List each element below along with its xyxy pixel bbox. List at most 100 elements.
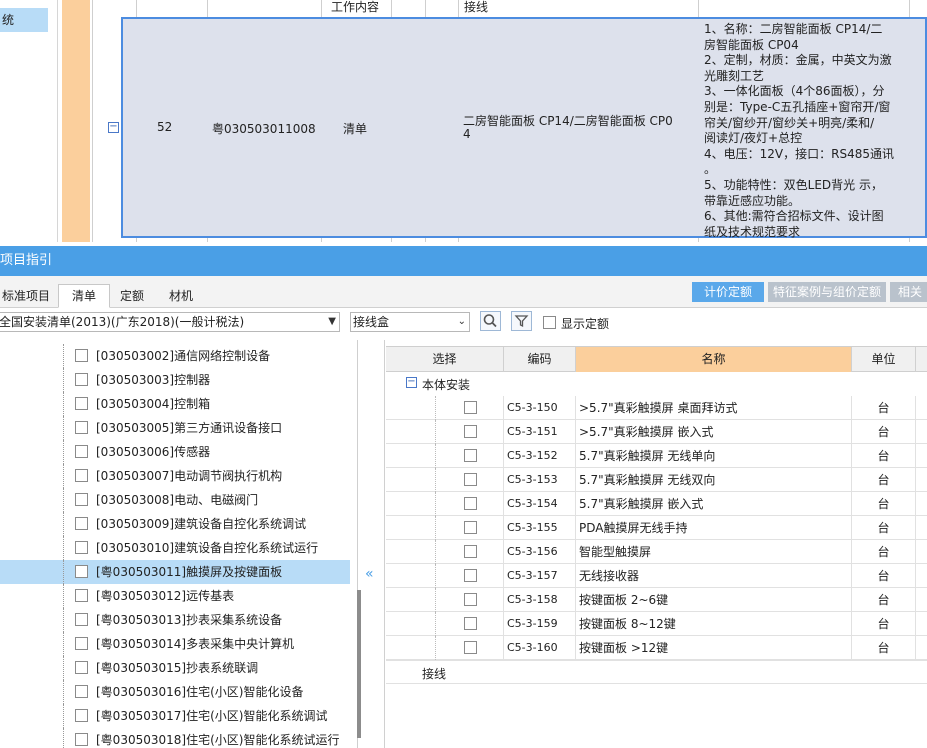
group-row[interactable]: − 本体安装 <box>386 372 927 396</box>
tree-item[interactable]: [粤030503016]住宅(小区)智能化设备 <box>0 680 350 704</box>
row-checkbox[interactable] <box>464 593 477 606</box>
row-select-cell <box>436 492 504 516</box>
tree-connector <box>63 536 73 560</box>
row-checkbox[interactable] <box>464 401 477 414</box>
table-row[interactable]: C5-3-155 PDA触摸屏无线手持台 <box>386 516 927 540</box>
tree-item-checkbox[interactable] <box>75 517 88 530</box>
keyword-select[interactable]: 接线盒 ⌄ <box>350 312 470 332</box>
table-row[interactable]: C5-3-158 按键面板 2~6键台 <box>386 588 927 612</box>
col-name[interactable]: 名称 <box>576 347 852 372</box>
row-type: 清单 <box>343 122 368 136</box>
related-button[interactable]: 相关 <box>890 282 927 302</box>
table-row[interactable]: C5-3-152 5.7"真彩触摸屏 无线单向台 <box>386 444 927 468</box>
tree-item-checkbox[interactable] <box>75 637 88 650</box>
table-row[interactable]: C5-3-154 5.7"真彩触摸屏 嵌入式台 <box>386 492 927 516</box>
tree-connector <box>63 680 73 704</box>
footer-row[interactable]: 接线 <box>386 660 927 684</box>
library-select-value: 全国安装清单(2013)(广东2018)(一般计税法) <box>0 315 245 329</box>
tree-item[interactable]: [粤030503017]住宅(小区)智能化系统调试 <box>0 704 350 728</box>
grid-header: 选择 编码 名称 单位 <box>386 346 927 372</box>
tree-item-checkbox[interactable] <box>75 685 88 698</box>
tree-item-label: [030503009]建筑设备自控化系统调试 <box>96 517 307 531</box>
collapse-left-icon[interactable]: « <box>365 566 374 582</box>
table-row[interactable]: C5-3-157 无线接收器台 <box>386 564 927 588</box>
tree-item-checkbox[interactable] <box>75 709 88 722</box>
tab-quota[interactable]: 定额 <box>112 284 152 308</box>
table-row[interactable]: C5-3-156 智能型触摸屏台 <box>386 540 927 564</box>
row-code: C5-3-155 <box>504 516 576 540</box>
row-indent <box>386 612 436 636</box>
tree-item-checkbox[interactable] <box>75 733 88 746</box>
tree-item[interactable]: [030503010]建筑设备自控化系统试运行 <box>0 536 350 560</box>
panel-splitter[interactable] <box>361 340 385 748</box>
tree-item-checkbox[interactable] <box>75 541 88 554</box>
col-unit[interactable]: 单位 <box>852 347 916 372</box>
row-checkbox[interactable] <box>464 425 477 438</box>
collapse-icon[interactable]: − <box>108 122 119 133</box>
collapse-icon[interactable]: − <box>406 377 417 388</box>
description-line: 带靠近感应功能。 <box>704 193 801 208</box>
row-checkbox[interactable] <box>464 569 477 582</box>
tree-item[interactable]: [粤030503015]抄表系统联调 <box>0 656 350 680</box>
library-select[interactable]: 全国安装清单(2013)(广东2018)(一般计税法) ▼ <box>0 312 340 332</box>
row-checkbox[interactable] <box>464 545 477 558</box>
tree-item[interactable]: [030503004]控制箱 <box>0 392 350 416</box>
tree-item[interactable]: [030503008]电动、电磁阀门 <box>0 488 350 512</box>
tree-item-checkbox[interactable] <box>75 613 88 626</box>
tree-item[interactable]: [粤030503014]多表采集中央计算机 <box>0 632 350 656</box>
tree-item-label: [粤030503018]住宅(小区)智能化系统试运行 <box>96 733 340 747</box>
tree-item-checkbox[interactable] <box>75 373 88 386</box>
tree-item-checkbox[interactable] <box>75 349 88 362</box>
tree-item-checkbox[interactable] <box>75 565 88 578</box>
table-row[interactable]: C5-3-153 5.7"真彩触摸屏 无线双向台 <box>386 468 927 492</box>
tree-item[interactable]: [030503006]传感器 <box>0 440 350 464</box>
row-checkbox[interactable] <box>464 449 477 462</box>
table-row[interactable]: C5-3-160 按键面板 >12键台 <box>386 636 927 660</box>
row-code: C5-3-157 <box>504 564 576 588</box>
tree-item-label: [粤030503014]多表采集中央计算机 <box>96 637 295 651</box>
tab-bill[interactable]: 清单 <box>58 284 110 308</box>
show-quota-label: 显示定额 <box>561 317 610 331</box>
tree-item-checkbox[interactable] <box>75 421 88 434</box>
tree-item[interactable]: [030503005]第三方通讯设备接口 <box>0 416 350 440</box>
table-row[interactable]: C5-3-150 >5.7"真彩触摸屏 桌面拜访式台 <box>386 396 927 420</box>
row-checkbox[interactable] <box>464 497 477 510</box>
tree-item-checkbox[interactable] <box>75 397 88 410</box>
tree-item[interactable]: [粤030503012]远传基表 <box>0 584 350 608</box>
col-code[interactable]: 编码 <box>504 347 576 372</box>
tree-item-checkbox[interactable] <box>75 493 88 506</box>
row-checkbox[interactable] <box>464 521 477 534</box>
tree-item-checkbox[interactable] <box>75 469 88 482</box>
col-select[interactable]: 选择 <box>386 347 504 372</box>
table-row[interactable]: C5-3-151 >5.7"真彩触摸屏 嵌入式台 <box>386 420 927 444</box>
search-button[interactable] <box>480 311 501 331</box>
tree-item[interactable]: [030503003]控制器 <box>0 368 350 392</box>
tree-item[interactable]: [粤030503013]抄表采集系统设备 <box>0 608 350 632</box>
table-row[interactable]: C5-3-159 按键面板 8~12键台 <box>386 612 927 636</box>
tree-item-checkbox[interactable] <box>75 589 88 602</box>
tree-item[interactable]: [粤030503018]住宅(小区)智能化系统试运行 <box>0 728 350 748</box>
tree-item-checkbox[interactable] <box>75 445 88 458</box>
row-select-cell <box>436 396 504 420</box>
tab-materials[interactable]: 材机 <box>158 284 204 308</box>
row-checkbox[interactable] <box>464 617 477 630</box>
tree-item-label: [粤030503017]住宅(小区)智能化系统调试 <box>96 709 328 723</box>
row-code: C5-3-152 <box>504 444 576 468</box>
tree-item-checkbox[interactable] <box>75 661 88 674</box>
row-checkbox[interactable] <box>464 473 477 486</box>
row-code: C5-3-150 <box>504 396 576 420</box>
left-nav-item[interactable]: 统 <box>0 8 48 32</box>
row-checkbox[interactable] <box>464 641 477 654</box>
feature-cases-button[interactable]: 特征案例与组价定额 <box>768 282 886 302</box>
tree-item[interactable]: [030503002]通信网络控制设备 <box>0 344 350 368</box>
tree-item[interactable]: [030503007]电动调节阀执行机构 <box>0 464 350 488</box>
filter-button[interactable] <box>511 311 532 331</box>
tree-item-label: [030503010]建筑设备自控化系统试运行 <box>96 541 319 555</box>
show-quota-checkbox[interactable] <box>543 316 556 329</box>
description-line: 阅读灯/夜灯+总控 <box>704 131 803 146</box>
chevron-down-icon: ▼ <box>328 316 336 327</box>
tree-item[interactable]: [030503009]建筑设备自控化系统调试 <box>0 512 350 536</box>
tab-standard-items[interactable]: 标准项目 <box>0 284 52 308</box>
pricing-quota-button[interactable]: 计价定额 <box>692 282 764 302</box>
tree-item[interactable]: [粤030503011]触摸屏及按键面板 <box>0 560 350 584</box>
